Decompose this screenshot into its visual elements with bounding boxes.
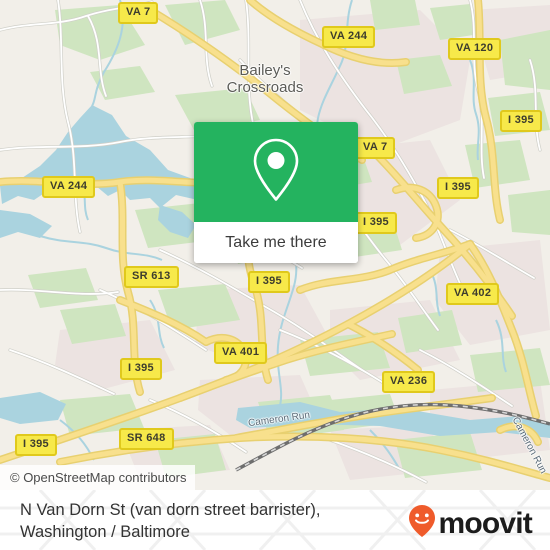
road-shield: I 395 xyxy=(437,177,479,199)
road-shield: I 395 xyxy=(500,110,542,132)
location-title: N Van Dorn St (van dorn street barrister… xyxy=(20,499,400,543)
footer-bar: N Van Dorn St (van dorn street barrister… xyxy=(0,490,550,550)
location-title-line2: Washington / Baltimore xyxy=(20,523,190,541)
take-me-there-button[interactable]: Take me there xyxy=(194,222,358,263)
place-label-line2: Crossroads xyxy=(226,79,304,96)
osm-attribution[interactable]: © OpenStreetMap contributors xyxy=(0,465,195,490)
moovit-pin-icon xyxy=(407,504,437,543)
map-pin-icon xyxy=(248,135,304,210)
road-shield: VA 402 xyxy=(446,283,500,305)
moovit-logo[interactable]: moovit xyxy=(407,504,533,543)
road-shield: VA 236 xyxy=(382,371,436,393)
road-shield: I 395 xyxy=(355,212,397,234)
map-canvas[interactable]: VA 7 VA 244 VA 120 I 395 VA 244 VA 7 I 3… xyxy=(0,0,550,490)
road-shield: VA 7 xyxy=(118,2,159,24)
location-title-line1: N Van Dorn St (van dorn street barrister… xyxy=(20,501,321,519)
road-shield: SR 613 xyxy=(124,266,179,288)
road-shield: VA 401 xyxy=(214,342,268,364)
road-shield: I 395 xyxy=(120,358,162,380)
place-label-line1: Bailey's xyxy=(239,62,291,79)
location-card[interactable]: Take me there xyxy=(194,122,358,263)
road-shield: SR 648 xyxy=(119,428,174,450)
place-label-baileys-crossroads: Bailey's Crossroads xyxy=(205,62,325,96)
road-shield: VA 7 xyxy=(355,137,396,159)
moovit-wordmark: moovit xyxy=(438,506,532,540)
osm-attribution-text: © OpenStreetMap contributors xyxy=(10,470,187,485)
road-shield: VA 120 xyxy=(448,38,502,60)
road-shield: I 395 xyxy=(248,271,290,293)
road-shield: VA 244 xyxy=(42,176,96,198)
take-me-there-label: Take me there xyxy=(225,233,327,251)
card-header xyxy=(194,122,358,222)
road-shield: I 395 xyxy=(15,434,57,456)
road-shield: VA 244 xyxy=(322,26,376,48)
map-screenshot: VA 7 VA 244 VA 120 I 395 VA 244 VA 7 I 3… xyxy=(0,0,550,550)
